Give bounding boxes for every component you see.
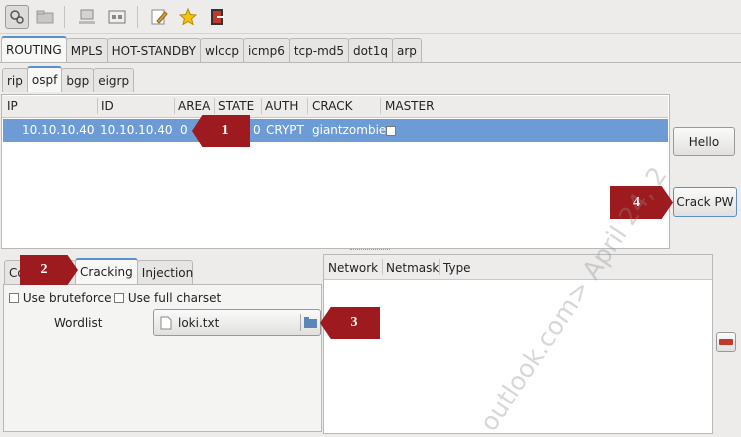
crack-pw-button[interactable]: Crack PW	[673, 187, 737, 217]
tab-dot1q[interactable]: dot1q	[348, 38, 393, 62]
column-crack[interactable]: CRACK	[312, 99, 352, 113]
use-full-charset-checkbox[interactable]: Use full charset	[114, 291, 221, 305]
folder-icon[interactable]	[33, 5, 57, 29]
tab-hot-standby[interactable]: HOT-STANDBY	[106, 38, 201, 62]
toolbar-separator	[64, 6, 65, 28]
master-checkbox[interactable]	[386, 124, 396, 138]
column-area[interactable]: AREA	[178, 99, 210, 113]
callout-4: 4	[610, 186, 673, 219]
column-id[interactable]: ID	[101, 99, 114, 113]
tab-rip[interactable]: rip	[2, 68, 28, 92]
cell-ip: 10.10.10.40	[22, 123, 95, 137]
routing-tab-bar: rip ospf bgp eigrp	[2, 66, 135, 92]
tab-eigrp[interactable]: eigrp	[93, 68, 135, 92]
cell-id: 10.10.10.40	[100, 123, 173, 137]
tab-icmp6[interactable]: icmp6	[242, 38, 290, 62]
column-netmask[interactable]: Netmask	[386, 261, 439, 275]
column-network[interactable]: Network	[328, 261, 378, 275]
tab-cracking[interactable]: Cracking	[75, 258, 138, 284]
tab-arp[interactable]: arp	[391, 38, 422, 62]
tab-mpls[interactable]: MPLS	[65, 38, 108, 62]
tab-line	[0, 62, 741, 63]
network-icon[interactable]	[75, 5, 99, 29]
tab-ospf[interactable]: ospf	[26, 66, 63, 92]
use-bruteforce-checkbox[interactable]: Use bruteforce	[9, 291, 112, 305]
column-state[interactable]: STATE	[218, 99, 254, 113]
exit-icon[interactable]	[206, 5, 230, 29]
column-master[interactable]: MASTER	[385, 99, 434, 113]
minus-icon	[719, 339, 733, 345]
tab-bgp[interactable]: bgp	[61, 68, 95, 92]
tab-tcp-md5[interactable]: tcp-md5	[288, 38, 350, 62]
callout-3: 3	[320, 307, 380, 339]
callout-2: 2	[20, 255, 78, 285]
tab-wlccp[interactable]: wlccp	[200, 38, 244, 62]
plugins-icon[interactable]	[5, 5, 29, 29]
file-icon	[160, 316, 172, 329]
edit-icon[interactable]	[147, 5, 171, 29]
image-icon[interactable]	[105, 5, 129, 29]
hello-button[interactable]: Hello	[673, 127, 735, 156]
callout-1: 1	[192, 115, 250, 147]
main-tab-bar: ROUTING MPLS HOT-STANDBY wlccp icmp6 tcp…	[1, 36, 422, 62]
star-icon[interactable]	[176, 5, 200, 29]
wordlist-file-chooser[interactable]: loki.txt	[153, 309, 321, 336]
wordlist-label: Wordlist	[54, 316, 103, 330]
tab-injection[interactable]: Injection	[136, 260, 193, 284]
cell-state: 0	[253, 123, 261, 137]
pane-splitter[interactable]	[350, 249, 390, 251]
cracking-panel: Use bruteforce Use full charset Wordlist…	[3, 284, 322, 432]
cell-auth: CRYPT	[266, 123, 304, 137]
column-type[interactable]: Type	[443, 261, 471, 275]
folder-open-icon	[304, 317, 317, 328]
list-header: IP ID AREA STATE AUTH CRACK MASTER	[2, 96, 668, 118]
cell-crack: giantzombie	[312, 123, 387, 137]
toolbar-separator	[137, 6, 138, 28]
toolbar	[0, 0, 741, 34]
tab-routing[interactable]: ROUTING	[1, 36, 67, 62]
network-list-header: Network Netmask Type	[324, 255, 712, 280]
network-list: Network Netmask Type	[323, 254, 713, 434]
remove-button[interactable]	[716, 332, 736, 352]
column-ip[interactable]: IP	[7, 99, 18, 113]
column-auth[interactable]: AUTH	[265, 99, 298, 113]
table-row[interactable]: 10.10.10.40 10.10.10.40 0 0 CRYPT giantz…	[3, 119, 668, 142]
cell-area: 0	[180, 123, 188, 137]
